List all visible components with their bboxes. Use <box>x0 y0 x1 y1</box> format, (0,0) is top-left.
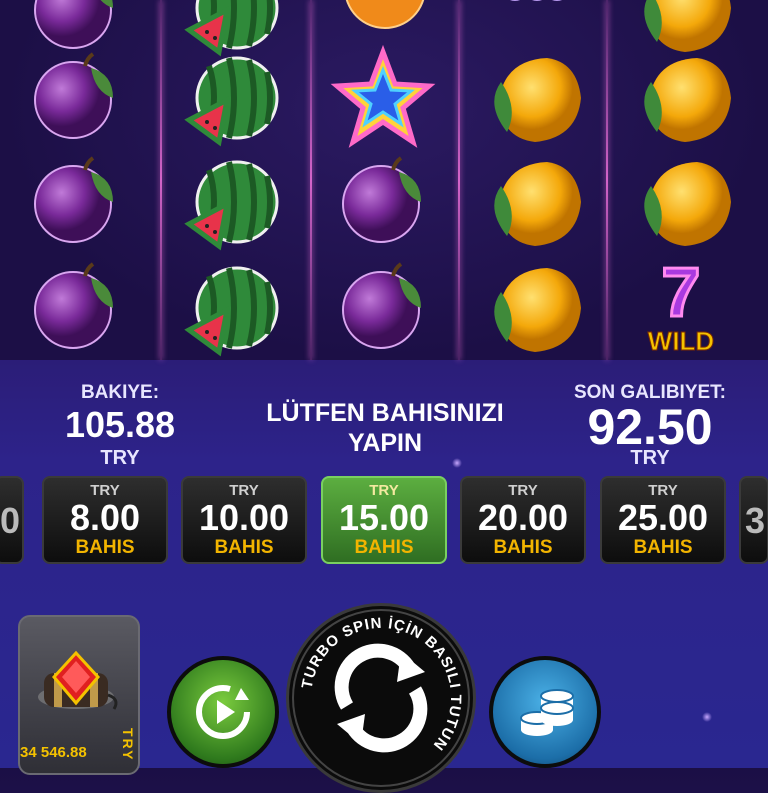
wild-icon: 7 WILD <box>647 252 714 357</box>
bet-label: BAHIS <box>633 537 693 558</box>
bet-amount: 25.00 <box>617 497 709 538</box>
lemon-symbol <box>606 152 756 252</box>
plum-symbol <box>308 258 458 358</box>
lemon-symbol <box>456 258 606 358</box>
reel-5: 7 WILD <box>606 0 756 360</box>
lemon-icon <box>494 162 581 246</box>
bet-option-15-selected[interactable]: TRY 15.00 BAHIS <box>321 476 447 564</box>
spin-button-graphic: TURBO SPIN İÇİN BASILI TUTUN <box>292 609 470 787</box>
reel-3 <box>308 0 458 360</box>
autoplay-button[interactable] <box>167 656 279 768</box>
spin-ring-label: TURBO SPIN İÇİN BASILI TUTUN <box>299 615 464 754</box>
coin-stack-icon <box>520 689 574 736</box>
wild-symbol: 7 WILD <box>606 252 756 358</box>
bet-amount: 20.00 <box>477 497 569 538</box>
bet-option-10[interactable]: TRY 10.00 BAHIS <box>181 476 307 564</box>
bet-label: BAHIS <box>493 537 553 558</box>
dynamite-gem-icon <box>38 650 118 710</box>
plum-icon <box>34 52 113 139</box>
plum-symbol <box>0 152 150 252</box>
balance-label: BAKIYE: <box>80 382 160 403</box>
plum-symbol <box>308 152 458 252</box>
bet-label: BAHIS <box>75 537 135 558</box>
plum-icon <box>342 156 421 243</box>
last-win-currency: TRY <box>630 447 670 469</box>
reel-separator <box>310 0 312 360</box>
lemon-symbol <box>606 48 756 148</box>
lemon-icon <box>644 162 731 246</box>
bet-option-8[interactable]: TRY 8.00 BAHIS <box>42 476 168 564</box>
spin-arrows-icon <box>334 643 428 753</box>
lemon-symbol <box>456 152 606 252</box>
bet-edge-right-text: 3 <box>745 500 766 541</box>
reel-separator <box>606 0 608 360</box>
bet-edge-left-text: 0 <box>0 500 20 541</box>
lemon-icon <box>494 58 581 142</box>
balance-currency: TRY <box>100 447 140 469</box>
spin-button[interactable]: TURBO SPIN İÇİN BASILI TUTUN <box>286 603 476 793</box>
plum-icon <box>342 262 421 349</box>
reel-4 <box>456 0 606 360</box>
bet-prompt-line-2: YAPIN <box>347 429 423 457</box>
bet-amount: 10.00 <box>198 497 290 538</box>
watermelon-icon <box>184 160 279 251</box>
bet-amount: 15.00 <box>338 497 430 538</box>
autoplay-icon <box>196 685 250 739</box>
bet-amount: 8.00 <box>69 497 141 538</box>
sparkle <box>702 712 712 722</box>
reel-separator <box>458 0 460 360</box>
bet-option-partial-right[interactable]: 3 <box>739 476 768 564</box>
lemon-icon <box>494 268 581 352</box>
reel-2 <box>154 0 304 360</box>
watermelon-symbol <box>154 152 304 252</box>
reel-area: 7 WILD <box>0 0 768 360</box>
lemon-icon <box>644 58 731 142</box>
plum-symbol <box>0 48 150 148</box>
bonus-value: 34 546.88 <box>20 744 87 761</box>
sparkle <box>452 458 462 468</box>
bet-option-partial-left[interactable]: 0 <box>0 476 24 564</box>
bet-option-20[interactable]: TRY 20.00 BAHIS <box>460 476 586 564</box>
star-symbol <box>308 44 458 148</box>
bet-label: BAHIS <box>354 537 414 558</box>
balance-value: 105.88 <box>64 404 176 445</box>
bet-option-25[interactable]: TRY 25.00 BAHIS <box>600 476 726 564</box>
bet-label: BAHIS <box>214 537 274 558</box>
svg-text:7: 7 <box>662 253 701 331</box>
lemon-symbol <box>456 48 606 148</box>
watermelon-symbol <box>154 48 304 148</box>
watermelon-symbol <box>154 258 304 358</box>
bonus-currency: TRY <box>120 728 136 762</box>
watermelon-icon <box>184 56 279 147</box>
plum-icon <box>34 156 113 243</box>
reel-1 <box>0 0 150 360</box>
star-icon <box>330 44 436 148</box>
plum-symbol <box>0 258 150 358</box>
reel-separator <box>160 0 162 360</box>
stake-button[interactable] <box>489 656 601 768</box>
svg-text:WILD: WILD <box>648 326 714 356</box>
bet-prompt-line-1: LÜTFEN BAHISINIZI <box>266 399 504 427</box>
watermelon-icon <box>184 266 279 357</box>
plum-icon <box>34 262 113 349</box>
bet-prompt: LÜTFEN BAHISINIZI YAPIN <box>250 398 520 458</box>
